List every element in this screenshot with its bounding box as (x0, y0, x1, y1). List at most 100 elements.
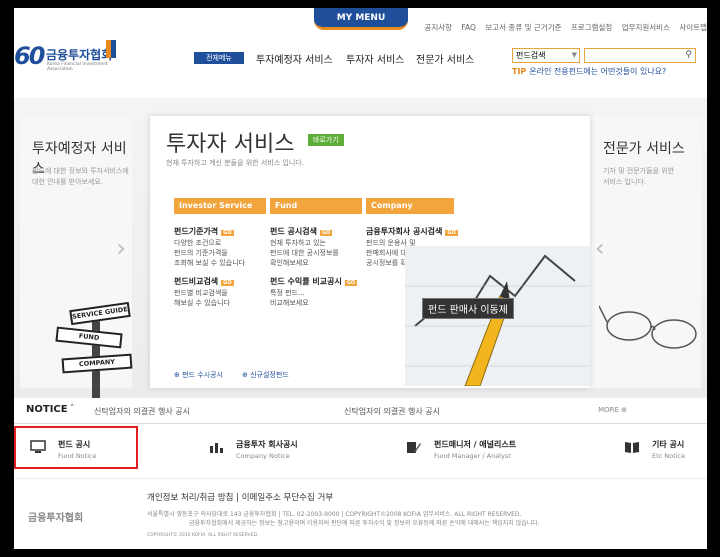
search-icon[interactable]: ⚲ (685, 49, 692, 62)
pen-icon (407, 442, 421, 453)
quick-sub: Etc Notice (652, 452, 686, 460)
panel-right-desc-line: 서비스 입니다. (603, 178, 647, 186)
footer-copyright: COPYRIGHT© 2010 KOFIA. ALL RIGHT RESERVE… (147, 533, 259, 538)
my-menu-tab[interactable]: MY MENU (314, 8, 408, 30)
caret-up-icon[interactable]: ˄ (70, 404, 75, 414)
service-title: 펀드 공시검색 (270, 227, 317, 236)
glasses-icon (599, 305, 697, 349)
service-desc-line: 펀드에 대한 공시정보를 (270, 249, 339, 257)
quick-sub: Fund Notice (58, 452, 97, 460)
logo-flag-icon (106, 40, 116, 58)
book-icon (625, 442, 639, 453)
tip-label: TIP (512, 67, 527, 76)
service-desc-line: 비교해보세요 (270, 299, 309, 307)
go-badge-icon: GO (344, 280, 358, 286)
service-desc-line: 펀드의 기준가격을 (174, 249, 228, 257)
panel-right-title: 전문가 서비스 (603, 141, 685, 157)
nav-expert[interactable]: 전문가 서비스 (416, 51, 474, 66)
panel-expert[interactable]: 전문가 서비스 기자 및 전문가들을 위한 서비스 입니다. ‹ (589, 116, 701, 388)
bar-fund: Fund (270, 198, 362, 214)
panel-prospective-investor[interactable]: 투자예정자 서비스 펀드에 대한 정보와 투자서비스에 대한 안내를 받아보세요… (20, 116, 133, 411)
util-link-business[interactable]: 업무지원서비스 (622, 23, 670, 32)
service-desc: 펀드별 비교검색을 해보실 수 있습니다 (174, 288, 230, 308)
service-desc: 현재 투자하고 있는 펀드에 대한 공시정보를 확인해보세요 (270, 238, 339, 268)
shortcut-button[interactable]: 바로가기 (308, 134, 344, 146)
kofia-page: MY MENU 공지사항 FAQ 보고서 종류 및 근거기준 프로그램설정 업무… (14, 8, 707, 549)
link-fund-adhoc-disclosure[interactable]: ⊕ 펀드 수시공시 (174, 370, 223, 380)
quick-sub: Company Notice (236, 452, 290, 460)
panel-left-desc: 펀드에 대한 정보와 투자서비스에 대한 안내를 받아보세요. (32, 166, 129, 188)
pencil-chart-illustration (405, 246, 590, 386)
kofia-logo[interactable]: 60 금융투자협회 Korea Financial Investment Ass… (14, 38, 124, 74)
service-desc-line: 특정 펀드... (270, 289, 305, 297)
quick-title: 기타 공시 (652, 440, 685, 449)
quick-title: 펀드 공시 (58, 440, 91, 449)
all-menu-button[interactable]: 전체메뉴 (194, 52, 244, 64)
panel-mid-title: 투자자 서비스 (166, 132, 295, 157)
util-link-sitemap[interactable]: 사이트맵 (679, 23, 707, 32)
search-category-select[interactable]: 펀드검색 ▼ (512, 48, 580, 63)
service-desc-line: 확인해보세요 (270, 259, 309, 267)
service-desc-line: 조회해 보실 수 있습니다 (174, 259, 246, 267)
util-link-faq[interactable]: FAQ (461, 23, 476, 32)
footer: 금융투자협회 개인정보 처리/취급 방침 | 이메일주소 무단수집 거부 서울특… (14, 478, 707, 549)
panel-right-desc: 기자 및 전문가들을 위한 서비스 입니다. (603, 166, 674, 188)
quick-etc-notice[interactable]: 기타 공시 Etc Notice (624, 432, 704, 468)
nav-prospective-investor[interactable]: 투자예정자 서비스 (256, 51, 333, 66)
chevron-down-icon: ▼ (571, 51, 577, 59)
notice-bar: NOTICE ˄ 신탁업자의 의결권 행사 공시 신탁업자의 의결권 행사 공시… (14, 398, 707, 424)
quick-title: 금융투자 회사공시 (236, 440, 298, 449)
notice-item[interactable]: 신탁업자의 의결권 행사 공시 (94, 406, 190, 417)
more-link[interactable]: MORE ⊕ (598, 406, 627, 414)
panel-right-desc-line: 기자 및 전문가들을 위한 (603, 167, 675, 175)
nav-investor[interactable]: 투자자 서비스 (346, 51, 404, 66)
quick-fund-notice[interactable]: 펀드 공시 Fund Notice (30, 432, 140, 468)
footer-address: 서울특별시 영등포구 의사당대로 143 금융투자협회 | TEL. 02-20… (147, 511, 522, 518)
footer-logo: 금융투자협회 (28, 513, 84, 524)
service-title: 펀드 수익률 비교공시 (270, 277, 342, 286)
link-label: 펀드 수시공시 (182, 371, 223, 379)
util-link-report[interactable]: 보고서 종류 및 근거기준 (485, 23, 561, 32)
tip-line: TIP 온라인 전용펀드에는 어떤것들이 있나요? (512, 66, 666, 77)
search-input[interactable]: ⚲ (584, 48, 696, 63)
logo-subtext: Korea Financial Investment Association (47, 62, 108, 72)
service-desc: 특정 펀드... 비교해보세요 (270, 288, 309, 308)
hero-carousel: 투자예정자 서비스 펀드에 대한 정보와 투자서비스에 대한 안내를 받아보세요… (14, 98, 707, 411)
service-fund-disclosure[interactable]: 펀드 공시검색 GO (270, 226, 333, 237)
go-badge-icon: GO (319, 230, 333, 236)
chevron-left-icon[interactable]: ‹ (595, 234, 605, 262)
footer-links[interactable]: 개인정보 처리/취급 방침 | 이메일주소 무단수집 거부 (147, 491, 333, 503)
sign-service-guide: SERVICE GUIDE (69, 301, 131, 326)
panel-mid-desc: 현재 투자하고 계신 분들을 위한 서비스 입니다. (166, 159, 304, 167)
util-link-program[interactable]: 프로그램설정 (571, 23, 612, 32)
service-desc-line: 현재 투자하고 있는 (270, 239, 326, 247)
chevron-right-icon[interactable]: › (116, 234, 126, 262)
link-new-funds[interactable]: ⊕ 신규설정펀드 (242, 370, 289, 380)
panel-left-desc-line: 대한 안내를 받아보세요. (32, 178, 104, 186)
service-fund-price[interactable]: 펀드기준가격 GO (174, 226, 234, 237)
util-link-notice[interactable]: 공지사항 (424, 23, 452, 32)
service-fund-compare[interactable]: 펀드비교검색 GO (174, 276, 234, 287)
service-desc-line: 펀드별 비교검색을 (174, 289, 228, 297)
bar-chart-icon (210, 443, 223, 453)
service-return-compare[interactable]: 펀드 수익률 비교공시 GO (270, 276, 358, 287)
utility-links: 공지사항 FAQ 보고서 종류 및 근거기준 프로그램설정 업무지원서비스 사이… (417, 22, 707, 33)
quick-manager-analyst[interactable]: 펀드매니저 / 애널리스트 Fund Manager / Analyst (406, 432, 556, 468)
monitor-icon (30, 440, 46, 453)
more-label: MORE (598, 406, 619, 414)
go-badge-icon: GO (221, 230, 234, 236)
panel-left-desc-line: 펀드에 대한 정보와 투자서비스에 (32, 167, 129, 175)
notice-item[interactable]: 신탁업자의 의결권 행사 공시 (344, 406, 440, 417)
sign-company: COMPANY (61, 353, 133, 374)
service-desc-line: 다양한 조건으로 (174, 239, 222, 247)
quick-sub: Fund Manager / Analyst (434, 452, 511, 460)
footer-disclaimer: 금융투자협회에서 제공하는 정보는 참고용이며 이용자의 판단에 따른 투자수익… (189, 520, 540, 527)
tip-link[interactable]: 온라인 전용펀드에는 어떤것들이 있나요? (529, 67, 666, 76)
quick-company-notice[interactable]: 금융투자 회사공시 Company Notice (208, 432, 338, 468)
quick-title: 펀드매니저 / 애널리스트 (434, 440, 517, 449)
sign-fund: FUND (55, 326, 123, 349)
link-label: 신규설정펀드 (250, 371, 289, 379)
fund-transfer-tooltip: 펀드 판매사 이동제 (422, 298, 514, 319)
service-title: 펀드비교검색 (174, 277, 219, 286)
service-desc-line: 해보실 수 있습니다 (174, 299, 230, 307)
